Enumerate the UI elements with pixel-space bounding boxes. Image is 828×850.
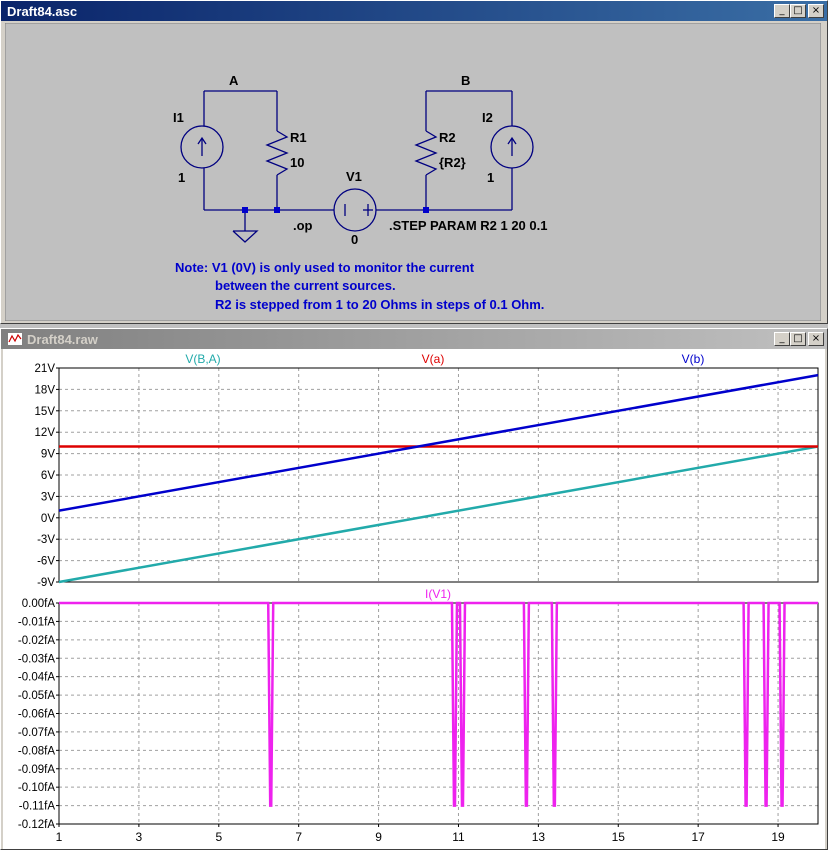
note-line-1: Note: V1 (0V) is only used to monitor th… — [175, 260, 475, 275]
x-tick-label: 13 — [532, 830, 546, 844]
node-label-b: B — [461, 73, 470, 88]
x-tick-label: 5 — [215, 830, 222, 844]
y-tick-label: -0.09fA — [18, 764, 55, 776]
y-tick-label: 18V — [35, 384, 56, 396]
y-tick-label: 9V — [41, 449, 55, 461]
y-tick-label: 12V — [35, 427, 56, 439]
r2-value: {R2} — [439, 155, 466, 170]
y-tick-label: -0.04fA — [18, 672, 55, 684]
close-button[interactable]: × — [808, 4, 824, 18]
x-tick-label: 3 — [136, 830, 143, 844]
y-tick-label: -0.07fA — [18, 727, 55, 739]
schematic-window: Draft84.asc _ □ × A B I1 1 R1 10 V1 0 R2… — [0, 0, 828, 324]
y-tick-label: -9V — [37, 577, 55, 589]
x-tick-label: 17 — [691, 830, 705, 844]
y-tick-label: 21V — [35, 363, 56, 375]
minimize-button[interactable]: _ — [774, 332, 790, 346]
y-tick-label: -0.02fA — [18, 635, 55, 647]
trace-label: V(b) — [682, 352, 705, 366]
close-button[interactable]: × — [808, 332, 824, 346]
plot-window: Draft84.raw _ □ × 21V 18V 15V 12V 9V 6V 3V 0V -3… — [0, 328, 828, 850]
note-line-3: R2 is stepped from 1 to 20 Ohms in steps… — [215, 297, 544, 312]
r1-label: R1 — [290, 130, 307, 145]
schematic-canvas[interactable]: A B I1 1 R1 10 V1 0 R2 {R2} I2 1 .op .ST… — [5, 23, 821, 321]
step-directive[interactable]: .STEP PARAM R2 1 20 0.1 — [389, 218, 547, 233]
minimize-button[interactable]: _ — [774, 4, 790, 18]
y-tick-label: 0.00fA — [22, 598, 56, 610]
v1-value: 0 — [351, 232, 358, 247]
i2-label: I2 — [482, 110, 493, 125]
trace-label: I(V1) — [425, 587, 451, 601]
plot-background — [3, 349, 825, 849]
y-tick-label: 0V — [41, 513, 55, 525]
r1-value: 10 — [290, 155, 304, 170]
y-tick-label: 3V — [41, 491, 55, 503]
x-tick-label: 7 — [295, 830, 302, 844]
i1-label: I1 — [173, 110, 184, 125]
x-tick-label: 15 — [612, 830, 626, 844]
x-tick-label: 11 — [452, 830, 465, 844]
i2-value: 1 — [487, 170, 494, 185]
y-tick-label: -0.08fA — [18, 745, 55, 757]
y-tick-label: -0.03fA — [18, 653, 55, 665]
note-line-2: between the current sources. — [215, 278, 396, 293]
y-tick-label: -0.05fA — [18, 690, 55, 702]
maximize-button[interactable]: □ — [790, 4, 806, 18]
y-tick-label: 6V — [41, 470, 55, 482]
waveform-plot[interactable]: 21V 18V 15V 12V 9V 6V 3V 0V -3V -6V -9V V(B,A) V(a) V… — [3, 349, 825, 849]
trace-label: V(a) — [422, 352, 445, 366]
op-directive[interactable]: .op — [293, 218, 313, 233]
x-tick-label: 19 — [771, 830, 785, 844]
schematic-titlebar[interactable]: Draft84.asc — [1, 1, 827, 21]
i1-value: 1 — [178, 170, 185, 185]
y-tick-label: -0.11fA — [19, 801, 56, 813]
waveform-icon — [7, 332, 23, 346]
y-tick-label: -6V — [37, 556, 55, 568]
node-label-a: A — [229, 73, 239, 88]
x-tick-label: 1 — [56, 830, 63, 844]
plot-titlebar[interactable]: Draft84.raw — [1, 329, 827, 349]
y-tick-label: 15V — [35, 406, 56, 418]
y-tick-label: -3V — [37, 534, 55, 546]
y-tick-label: -0.06fA — [18, 709, 55, 721]
v1-label: V1 — [346, 169, 362, 184]
schematic-window-controls: _ □ × — [774, 4, 824, 18]
plot-title: Draft84.raw — [27, 331, 98, 347]
r2-label: R2 — [439, 130, 456, 145]
schematic-title: Draft84.asc — [7, 3, 78, 19]
trace-label: V(B,A) — [185, 352, 220, 366]
x-tick-label: 9 — [375, 830, 382, 844]
y-tick-label: -0.01fA — [18, 616, 55, 628]
plot-window-controls: _ □ × — [774, 332, 824, 346]
y-tick-label: -0.10fA — [18, 782, 55, 794]
maximize-button[interactable]: □ — [790, 332, 806, 346]
y-tick-label: -0.12fA — [18, 819, 55, 831]
